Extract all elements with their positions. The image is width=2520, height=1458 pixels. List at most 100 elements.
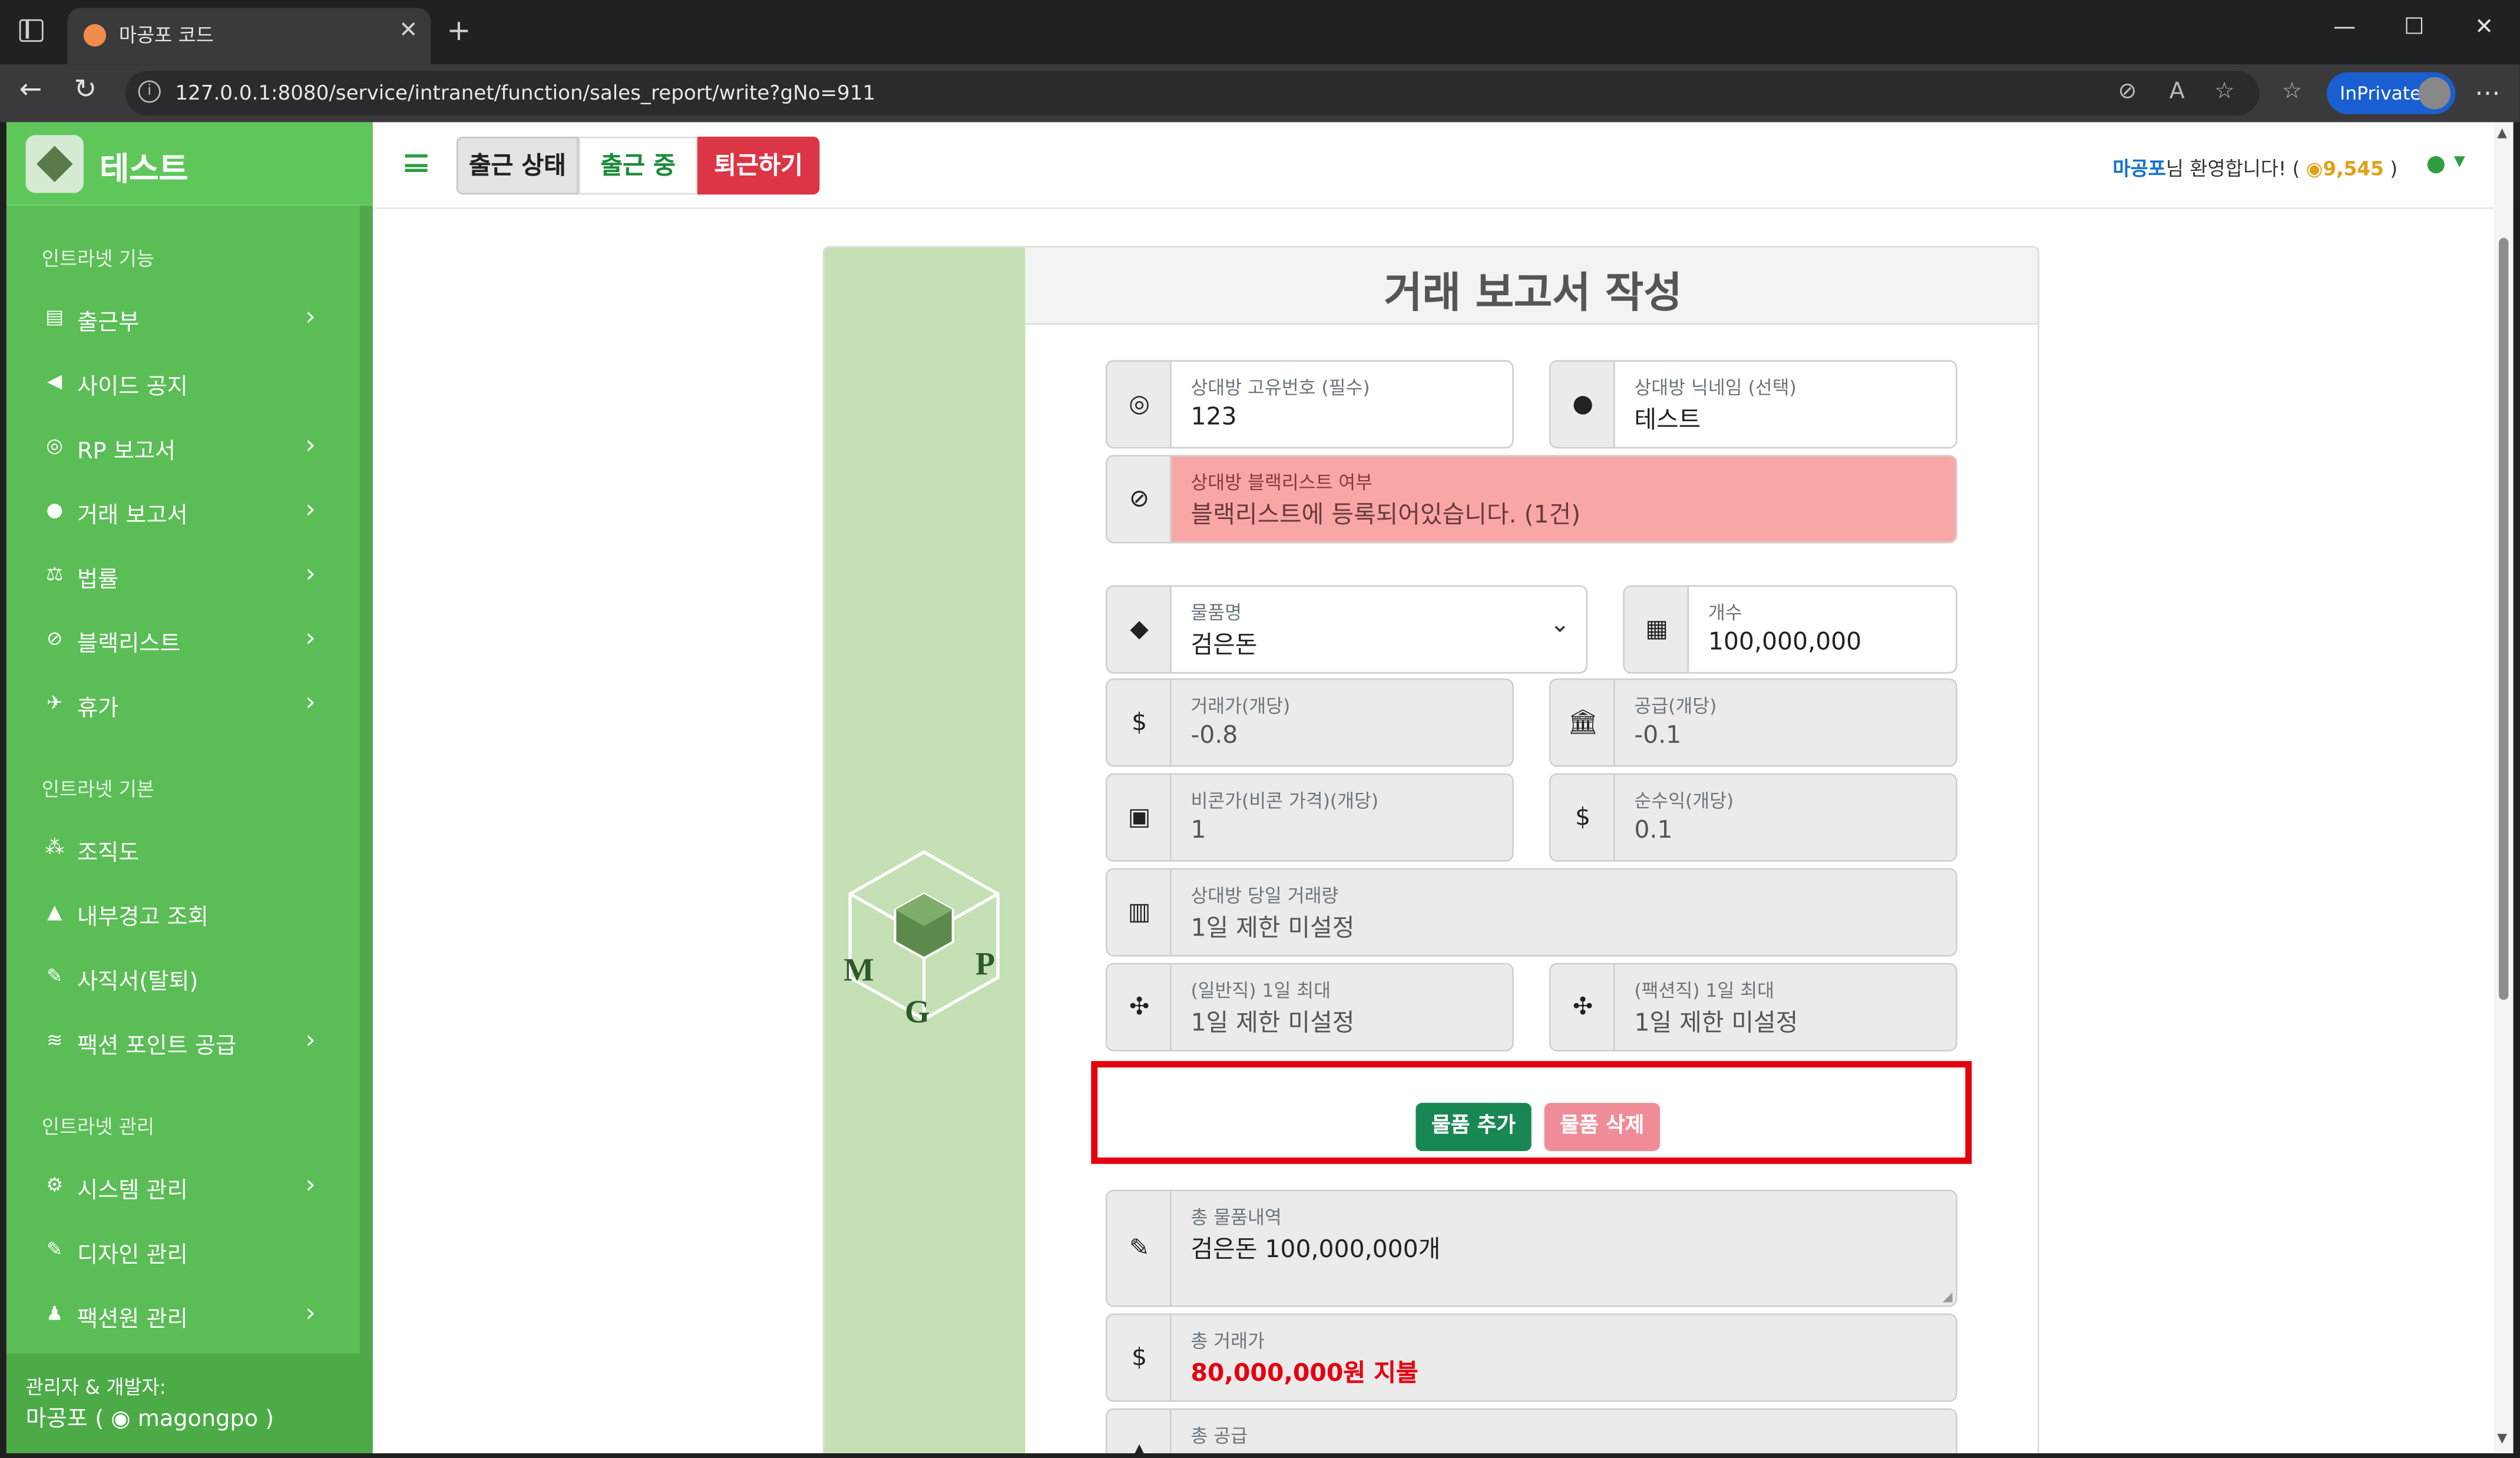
site-info-icon[interactable]: i	[138, 80, 161, 103]
more-options-icon[interactable]: ⋯	[2475, 77, 2501, 108]
sidebar-item-design[interactable]: ✎ 디자인 관리	[6, 1228, 360, 1277]
total-trade-price-label: 총 거래가	[1190, 1329, 1265, 1353]
caret-down-icon[interactable]: ▼	[2454, 154, 2465, 170]
chevron-right-icon: ›	[305, 493, 316, 524]
item-value[interactable]: 검은돈	[1190, 627, 1257, 660]
minimize-icon[interactable]: —	[2333, 15, 2356, 41]
card-side-panel: M G P	[824, 247, 1026, 1454]
reload-icon[interactable]: ↻	[74, 74, 97, 107]
feather-icon: ✎	[47, 964, 63, 987]
file-dollar-icon: $	[1550, 775, 1615, 861]
scroll-up-icon[interactable]: ▲	[2497, 125, 2507, 140]
welcome-text: 님 환영합니다! (	[2165, 157, 2300, 180]
sidebar-item-side-notice[interactable]: ◀ 사이드 공지	[6, 360, 360, 408]
sidebar-scrollbar[interactable]	[360, 206, 373, 1354]
hamburger-icon[interactable]	[405, 154, 428, 173]
bank-icon: 🏛	[1550, 680, 1615, 766]
welcome-end: )	[2390, 157, 2398, 180]
coins-icon: ≋	[47, 1029, 63, 1052]
total-supply-field: ▲ 총 공급	[1105, 1408, 1957, 1454]
total-supply-body	[1171, 1410, 1956, 1454]
chevron-right-icon: ›	[305, 557, 316, 589]
bicorn-price-label: 비콘가(비콘 가격)(개당)	[1190, 789, 1379, 812]
money-bag-icon: ●	[46, 498, 64, 521]
sidebar-item-system[interactable]: ⚙ 시스템 관리 ›	[6, 1164, 360, 1212]
tab-close-icon[interactable]: ✕	[399, 18, 418, 44]
main-content: M G P 거래 보고서 작성 ◎ 상대방 고유번호 (필수) 123 ● 상대…	[372, 209, 2494, 1454]
chevron-right-icon: ›	[305, 300, 316, 332]
quantity-field[interactable]: ▦ 개수 100,000,000	[1623, 585, 1957, 674]
item-label: 물품명	[1190, 601, 1242, 624]
maximize-icon[interactable]: ☐	[2404, 15, 2424, 41]
logo-letter-m: M	[844, 952, 874, 988]
user-icon[interactable]: ●	[2426, 151, 2446, 177]
scroll-down-icon[interactable]: ▼	[2497, 1431, 2507, 1446]
delete-item-button[interactable]: 물품 삭제	[1544, 1103, 1661, 1151]
normal-daily-max-value: 1일 제한 미설정	[1190, 1008, 1355, 1037]
page-scrollbar[interactable]: ▲ ▼	[2493, 122, 2514, 1454]
expand-icon: ✣	[1107, 964, 1172, 1050]
partner-nickname-field[interactable]: ● 상대방 닉네임 (선택) 테스트	[1549, 360, 1957, 449]
sidebar-item-blacklist[interactable]: ⊘ 블랙리스트 ›	[6, 617, 360, 666]
inprivate-badge[interactable]: InPrivate	[2327, 72, 2456, 114]
card-header: 거래 보고서 작성	[1025, 247, 2038, 325]
sidebar-item-members[interactable]: ♟ 팩션원 관리 ›	[6, 1292, 360, 1341]
address-bar[interactable]: i 127.0.0.1:8080/service/intranet/functi…	[125, 71, 2260, 116]
leave-work-button[interactable]: 퇴근하기	[697, 136, 820, 195]
url-text[interactable]: 127.0.0.1:8080/service/intranet/function…	[175, 80, 875, 104]
scrollbar-thumb[interactable]	[2499, 237, 2509, 1000]
footer-credit-label: 관리자 & 개발자:	[25, 1376, 166, 1399]
item-action-highlight: 물품 추가 물품 삭제	[1091, 1061, 1972, 1164]
sidebar-item-label: 블랙리스트	[77, 632, 181, 658]
resize-handle-icon[interactable]: ◢	[1943, 1290, 1953, 1304]
sidebar-item-rp-report[interactable]: ◎ RP 보고서 ›	[6, 424, 360, 472]
sidebar: 테스트 인트라넷 기능 ▤ 출근부 › ◀ 사이드 공지 ◎ RP 보고서 › …	[6, 122, 373, 1454]
sidebar-item-resignation[interactable]: ✎ 사직서(탈퇴)	[6, 955, 360, 1003]
bank-icon: ▲	[1107, 1410, 1172, 1454]
sidebar-item-faction-points[interactable]: ≋ 팩션 포인트 공급 ›	[6, 1019, 360, 1067]
total-supply-label: 총 공급	[1190, 1424, 1248, 1447]
partner-id-value[interactable]: 123	[1190, 402, 1236, 431]
logo-letter-p: P	[975, 945, 995, 981]
partner-nickname-value[interactable]: 테스트	[1634, 402, 1701, 435]
footer-credit-name: 마공포 ( ◉ magongpo )	[26, 1402, 274, 1434]
partner-id-field[interactable]: ◎ 상대방 고유번호 (필수) 123	[1105, 360, 1514, 449]
chevron-right-icon: ›	[305, 1168, 316, 1199]
total-items-value: 검은돈 100,000,000개	[1190, 1234, 1441, 1264]
sidebar-item-label: 팩션원 관리	[77, 1307, 188, 1333]
chevron-right-icon: ›	[305, 429, 316, 460]
sidebar-item-law[interactable]: ⚖ 법률 ›	[6, 553, 360, 601]
bicorn-price-value: 1	[1190, 815, 1206, 844]
attendance-status-button[interactable]: 출근 상태	[456, 136, 579, 195]
sidebar-item-warnings[interactable]: ▲ 내부경고 조회	[6, 891, 360, 939]
user-gear-icon: ♟	[46, 1302, 64, 1325]
book-icon: ▤	[45, 305, 64, 328]
sidebar-item-label: 거래 보고서	[77, 503, 188, 529]
sidebar-item-label: 사이드 공지	[77, 374, 188, 401]
browser-sidebar-toggle-icon[interactable]	[19, 19, 44, 42]
quantity-value[interactable]: 100,000,000	[1708, 627, 1861, 656]
item-select[interactable]: ◆ 물품명 검은돈 ⌄	[1105, 585, 1588, 674]
trade-price-value: -0.8	[1190, 720, 1238, 749]
working-status-button[interactable]: 출근 중	[578, 136, 697, 195]
sidebar-item-org-chart[interactable]: ⁂ 조직도	[6, 826, 360, 875]
tracking-prevention-icon[interactable]: ⊘	[2118, 79, 2137, 105]
sales-report-form-card: M G P 거래 보고서 작성 ◎ 상대방 고유번호 (필수) 123 ● 상대…	[822, 246, 2039, 1454]
chevron-down-icon[interactable]: ⌄	[1550, 609, 1570, 638]
trade-price-label: 거래가(개당)	[1190, 694, 1291, 718]
sidebar-brand[interactable]: 테스트	[6, 122, 373, 206]
read-aloud-icon[interactable]: A	[2170, 79, 2185, 105]
browser-tab[interactable]: 마공포 코드 ✕	[67, 8, 431, 65]
sidebar-item-attendance[interactable]: ▤ 출근부 ›	[6, 296, 360, 344]
sidebar-item-vacation[interactable]: ✈ 휴가 ›	[6, 682, 360, 730]
sidebar-item-sales-report[interactable]: ● 거래 보고서 ›	[6, 489, 360, 537]
new-tab-icon[interactable]: +	[447, 15, 471, 48]
favorites-icon[interactable]: ☆	[2282, 79, 2302, 105]
tab-title: 마공포 코드	[118, 24, 214, 47]
normal-daily-max-field: ✣ (일반직) 1일 최대 1일 제한 미설정	[1105, 963, 1514, 1052]
add-item-button[interactable]: 물품 추가	[1416, 1103, 1532, 1151]
favorite-star-icon[interactable]: ☆	[2214, 79, 2234, 105]
back-icon[interactable]: ←	[19, 74, 42, 107]
total-items-field: ✎ 총 물품내역 검은돈 100,000,000개 ◢	[1105, 1189, 1957, 1307]
window-close-icon[interactable]: ✕	[2475, 15, 2493, 41]
